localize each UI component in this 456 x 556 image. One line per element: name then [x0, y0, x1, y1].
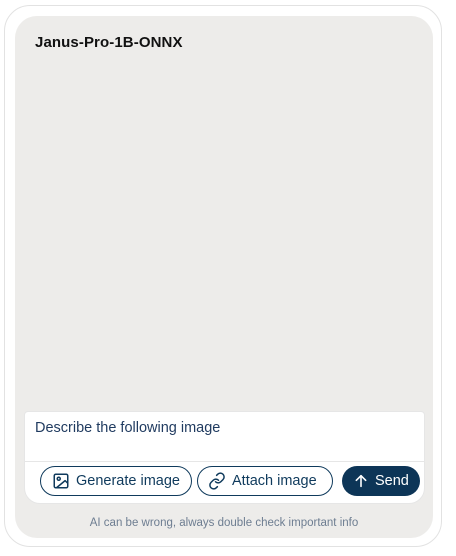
send-label: Send	[375, 473, 409, 489]
generate-image-label: Generate image	[76, 473, 180, 489]
image-icon	[52, 472, 70, 490]
link-icon	[208, 472, 226, 490]
composer: Generate image Attach image	[24, 411, 425, 504]
attach-image-button[interactable]: Attach image	[197, 466, 333, 496]
send-button[interactable]: Send	[342, 466, 420, 496]
disclaimer-text: AI can be wrong, always double check imp…	[89, 517, 359, 529]
model-title: Janus-Pro-1B-ONNX	[35, 34, 183, 51]
prompt-input[interactable]	[25, 412, 424, 462]
messages-area	[15, 60, 433, 412]
chat-panel: Janus-Pro-1B-ONNX Generate image	[15, 16, 433, 538]
generate-image-button[interactable]: Generate image	[40, 466, 192, 496]
arrow-up-icon	[353, 473, 369, 489]
app-container: Janus-Pro-1B-ONNX Generate image	[4, 5, 442, 547]
attach-image-label: Attach image	[232, 473, 317, 489]
